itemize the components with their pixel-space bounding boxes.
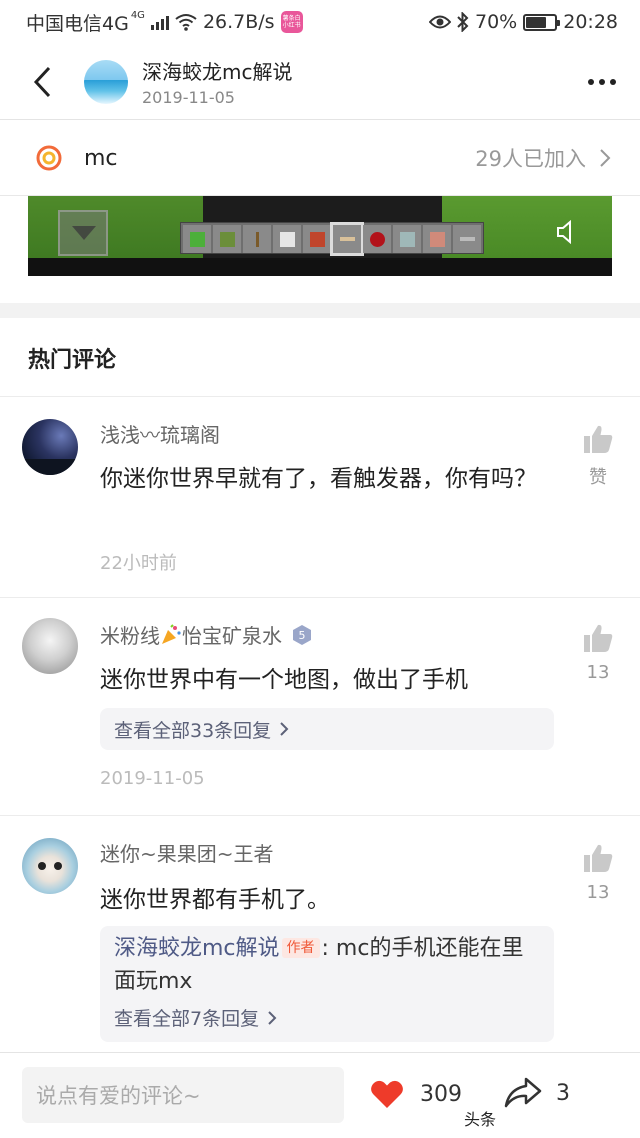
comment-time: 22小时前 bbox=[100, 553, 177, 574]
thumbs-up-icon bbox=[584, 844, 613, 872]
comment-text: 你迷你世界早就有了，看触发器，你有吗？ bbox=[100, 466, 537, 492]
battery-percent-label: 70% bbox=[475, 11, 518, 33]
replies-box[interactable]: 深海蛟龙mc解说 作者: mc的手机还能在里面玩mx 查看全部7条回复 bbox=[100, 926, 554, 1042]
bluetooth-icon bbox=[457, 12, 469, 32]
more-options-button[interactable] bbox=[572, 44, 632, 120]
commenter-avatar[interactable] bbox=[22, 419, 78, 475]
commenter-avatar[interactable] bbox=[22, 838, 78, 894]
comment-time: 2019-11-05 bbox=[100, 768, 205, 789]
hotbar-slot bbox=[213, 225, 241, 253]
header-bar: 深海蛟龙mc解说 2019-11-05 bbox=[0, 44, 640, 120]
game-dpad-down-icon bbox=[58, 210, 108, 256]
chevron-right-icon bbox=[600, 149, 611, 167]
commenter-name[interactable]: 迷你~果果团~王者 bbox=[100, 838, 274, 867]
like-count-label: 13 bbox=[586, 882, 610, 903]
hotbar-slot-selected bbox=[330, 222, 364, 256]
author-reply: 深海蛟龙mc解说 作者: mc的手机还能在里面玩mx bbox=[114, 932, 540, 998]
topic-joined-count: 29人已加入 bbox=[475, 147, 586, 171]
comment-input[interactable]: 说点有爱的评论~ bbox=[22, 1067, 344, 1123]
network-speed-label: 26.7B/s bbox=[202, 11, 275, 33]
commenter-name[interactable]: 米粉线 怡宝矿泉水 5 bbox=[100, 620, 312, 649]
network-type-label: 4G bbox=[130, 9, 145, 21]
thumbs-up-icon bbox=[584, 425, 613, 453]
view-replies-link[interactable]: 查看全部33条回复 bbox=[114, 716, 289, 743]
hotbar-slot bbox=[453, 225, 481, 253]
bottom-action-bar: 说点有爱的评论~ 309 3 bbox=[0, 1052, 640, 1138]
heart-icon bbox=[371, 1080, 403, 1108]
clock-label: 20:28 bbox=[563, 11, 618, 33]
level-badge-icon: 5 bbox=[293, 625, 312, 645]
author-tag-badge: 作者 bbox=[281, 938, 320, 958]
commenter-name[interactable]: 浅浅〰琉璃阁 bbox=[100, 419, 220, 448]
back-button[interactable] bbox=[12, 44, 72, 120]
comment-like-button[interactable]: 赞 bbox=[580, 423, 616, 489]
like-count-label: 13 bbox=[586, 662, 610, 683]
hotbar-slot bbox=[423, 225, 451, 253]
like-button[interactable]: 309 bbox=[370, 1079, 462, 1109]
party-popper-icon bbox=[162, 624, 181, 644]
comment-text: 迷你世界中有一个地图，做出了手机 bbox=[100, 667, 468, 693]
signal-icon bbox=[150, 14, 169, 30]
wifi-icon bbox=[175, 14, 197, 31]
back-arrow-icon bbox=[33, 66, 51, 97]
eye-icon bbox=[429, 15, 451, 29]
hotbar-slot bbox=[303, 225, 331, 253]
chevron-right-icon bbox=[280, 722, 289, 736]
hotbar-slot bbox=[243, 225, 271, 253]
like-count: 309 bbox=[420, 1081, 462, 1107]
hotbar-slot bbox=[273, 225, 301, 253]
status-bar: 中国电信4G 4G 26.7B/s 薯条白 小红书 70% 20:28 bbox=[0, 0, 640, 44]
hotbar-slot bbox=[363, 225, 391, 253]
reply-author-name[interactable]: 深海蛟龙mc解说 bbox=[114, 936, 280, 961]
author-avatar[interactable] bbox=[84, 59, 128, 104]
topic-icon bbox=[36, 145, 62, 171]
thumbs-up-icon bbox=[584, 624, 613, 652]
comment-like-button[interactable]: 13 bbox=[580, 622, 616, 683]
commenter-avatar[interactable] bbox=[22, 618, 78, 674]
volume-icon[interactable] bbox=[556, 220, 578, 244]
comment-text: 迷你世界都有手机了。 bbox=[100, 887, 330, 913]
post-date: 2019-11-05 bbox=[142, 88, 235, 107]
replies-box[interactable]: 查看全部33条回复 bbox=[100, 708, 554, 750]
carrier-label: 中国电信4G bbox=[26, 12, 129, 35]
commenter-name-part: 米粉线 bbox=[100, 624, 160, 648]
game-hotbar bbox=[180, 222, 484, 256]
battery-icon bbox=[523, 13, 561, 31]
battery-level-fill bbox=[526, 16, 546, 28]
app-notification-icon: 薯条白 小红书 bbox=[280, 11, 303, 33]
hotbar-slot bbox=[183, 225, 211, 253]
topic-bar[interactable]: mc 29人已加入 bbox=[0, 121, 640, 196]
topic-name: mc bbox=[84, 145, 118, 171]
svg-text:5: 5 bbox=[299, 629, 306, 642]
game-scene-grass bbox=[28, 196, 203, 258]
comment-like-button[interactable]: 13 bbox=[580, 842, 616, 903]
commenter-name-part: 怡宝矿泉水 bbox=[182, 624, 282, 648]
share-arrow-icon bbox=[504, 1077, 542, 1108]
video-player[interactable] bbox=[28, 196, 612, 276]
hotbar-slot bbox=[393, 225, 421, 253]
chevron-right-icon bbox=[268, 1010, 277, 1025]
like-count-label: 赞 bbox=[589, 467, 607, 488]
share-count: 3 bbox=[556, 1080, 570, 1106]
share-button[interactable]: 3 bbox=[504, 1077, 570, 1109]
view-replies-link[interactable]: 查看全部7条回复 bbox=[114, 1004, 540, 1031]
author-name[interactable]: 深海蛟龙mc解说 bbox=[142, 56, 572, 85]
section-separator bbox=[0, 303, 640, 318]
watermark-label: 头条 bbox=[460, 1104, 501, 1132]
hot-comments-title: 热门评论 bbox=[28, 348, 117, 373]
